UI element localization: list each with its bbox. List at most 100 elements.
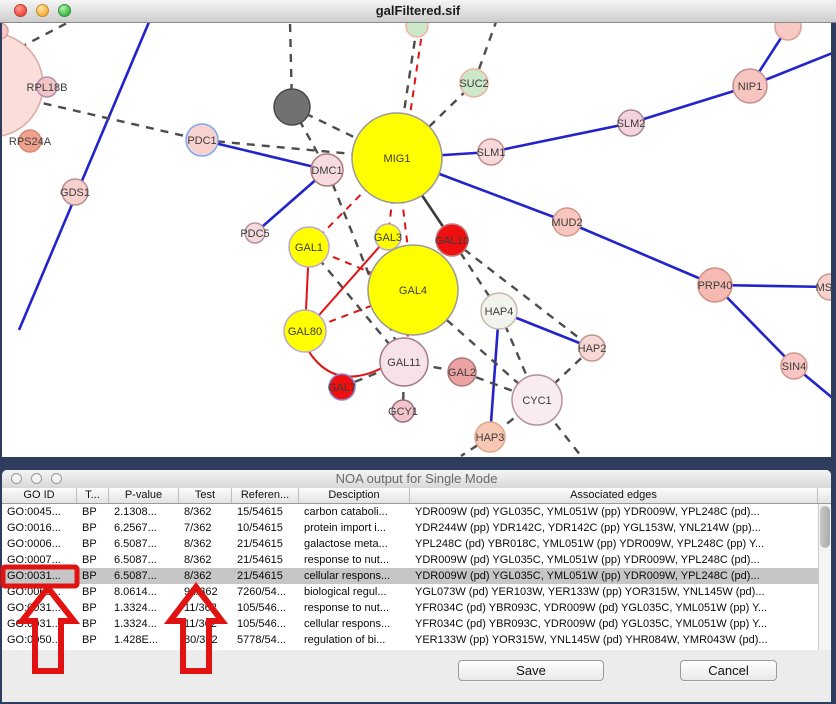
- node-label: GAL11: [387, 357, 420, 369]
- table-cell: biological regul...: [299, 584, 410, 600]
- node-NIP1[interactable]: NIP1: [733, 69, 767, 103]
- table-row[interactable]: GO:0016...BP6.2567...7/36210/54615protei…: [2, 520, 831, 536]
- node-PRP40[interactable]: PRP40: [698, 268, 733, 302]
- node-PDC5[interactable]: PDC5: [240, 223, 269, 243]
- table-cell: BP: [77, 616, 109, 632]
- table-cell: BP: [77, 536, 109, 552]
- table-cell: BP: [77, 584, 109, 600]
- table-cell: response to nut...: [299, 600, 410, 616]
- network-window-titlebar[interactable]: galFiltered.sif: [0, 0, 836, 23]
- node-label: GAL2: [448, 367, 476, 379]
- edge: [631, 86, 750, 123]
- table-cell: YDR009W (pd) YGL035C, YML051W (pp) YDR00…: [410, 504, 818, 520]
- vertical-scrollbar[interactable]: [818, 504, 831, 650]
- table-cell: 21/54615: [232, 552, 299, 568]
- network-edges: [17, 22, 831, 456]
- table-cell: 8/362: [179, 552, 232, 568]
- node-top-right-pink[interactable]: [775, 22, 801, 40]
- node-GAL1[interactable]: GAL1: [289, 227, 329, 267]
- table-cell: 1.3324...: [109, 616, 179, 632]
- table-cell: 11/362: [179, 600, 232, 616]
- network-window-title: galFiltered.sif: [0, 0, 836, 22]
- node-label: RPL18B: [27, 82, 68, 94]
- table-cell: galactose meta...: [299, 536, 410, 552]
- node-SUC2[interactable]: SUC2: [459, 69, 488, 97]
- scrollbar-thumb[interactable]: [820, 506, 830, 548]
- table-cell: 1.428E...: [109, 632, 179, 648]
- node-GAL4[interactable]: GAL4: [368, 245, 458, 335]
- column-header-referen-[interactable]: Referen...: [232, 488, 299, 503]
- button-bar: Save Cancel: [2, 650, 831, 702]
- edge: [452, 240, 592, 348]
- table-cell: GO:0050...: [2, 632, 77, 648]
- column-header-go-id[interactable]: GO ID: [2, 488, 77, 503]
- node-SLM1[interactable]: SLM1: [477, 139, 506, 165]
- table-row[interactable]: GO:0065...BP8.0614...94/3627260/54...bio…: [2, 584, 831, 600]
- table-cell: 105/546...: [232, 616, 299, 632]
- node-HAP4[interactable]: HAP4: [481, 293, 517, 329]
- table-cell: BP: [77, 520, 109, 536]
- node-GAL7[interactable]: GAL7: [328, 374, 356, 400]
- table-cell: 10/54615: [232, 520, 299, 536]
- table-cell: YFR034C (pd) YBR093C, YDR009W (pd) YGL03…: [410, 600, 818, 616]
- column-header-desciption[interactable]: Desciption: [299, 488, 410, 503]
- node-label: NIP1: [738, 81, 762, 93]
- table-cell: YPL248C (pd) YBR018C, YML051W (pp) YDR00…: [410, 536, 818, 552]
- table-row[interactable]: GO:0031...BP1.3324...11/362105/546...cel…: [2, 616, 831, 632]
- network-canvas[interactable]: RPL18B RPS24A GDS1 PDC1 PDC5 DMC1 MIG1 SUC2 SLM1…: [2, 22, 831, 457]
- table-cell: 6.2567...: [109, 520, 179, 536]
- node-RPS24A[interactable]: RPS24A: [9, 130, 52, 152]
- save-button[interactable]: Save: [458, 660, 604, 681]
- table-cell: cellular respons...: [299, 568, 410, 584]
- node-GAL11[interactable]: GAL11: [380, 338, 428, 386]
- node-GAL80[interactable]: GAL80: [284, 310, 326, 352]
- node-MIG1[interactable]: MIG1: [352, 113, 442, 203]
- node-MSL1[interactable]: MSL1: [816, 274, 831, 300]
- node-GAL2[interactable]: GAL2: [448, 358, 476, 386]
- table-cell: YER133W (pp) YOR315W, YNL145W (pd) YHR08…: [410, 632, 818, 648]
- table-cell: 5778/54...: [232, 632, 299, 648]
- node-label: GAL7: [328, 382, 356, 394]
- node-HAP2[interactable]: HAP2: [578, 335, 607, 361]
- table-cell: 7/362: [179, 520, 232, 536]
- node-label: PDC5: [240, 228, 269, 240]
- node-DMC1[interactable]: DMC1: [311, 154, 343, 186]
- table-cell: carbon cataboli...: [299, 504, 410, 520]
- table-cell: YDR009W (pd) YGL035C, YML051W (pp) YDR00…: [410, 568, 818, 584]
- column-header-p-value[interactable]: P-value: [109, 488, 179, 503]
- node-label: GDS1: [60, 187, 90, 199]
- node-label: CYC1: [522, 395, 551, 407]
- cancel-button[interactable]: Cancel: [680, 660, 777, 681]
- node-GDS1[interactable]: GDS1: [60, 179, 90, 205]
- node-SIN4[interactable]: SIN4: [781, 353, 807, 379]
- node-label: RPS24A: [9, 136, 52, 148]
- node-GAL3[interactable]: GAL3: [374, 224, 402, 250]
- table-cell: GO:0031...: [2, 600, 77, 616]
- table-cell: YDR009W (pd) YGL035C, YML051W (pp) YDR00…: [410, 552, 818, 568]
- noa-window: NOA output for Single Mode GO IDT...P-va…: [2, 470, 831, 702]
- table-row[interactable]: GO:0050...BP1.428E...80/3625778/54...reg…: [2, 632, 831, 648]
- node-CYC1[interactable]: CYC1: [512, 375, 562, 425]
- column-header-associated-edges[interactable]: Associated edges: [410, 488, 818, 503]
- node-GAL10[interactable]: GAL10: [435, 224, 469, 256]
- node-GCY1[interactable]: GCY1: [388, 400, 418, 422]
- node-PDC1[interactable]: PDC1: [186, 124, 218, 156]
- node-label: GAL10: [435, 235, 469, 247]
- column-header-t-[interactable]: T...: [77, 488, 109, 503]
- node-label: HAP3: [476, 432, 505, 444]
- table-row[interactable]: GO:0006...BP6.5087...8/36221/54615galact…: [2, 536, 831, 552]
- table-cell: BP: [77, 568, 109, 584]
- node-MUD2[interactable]: MUD2: [551, 208, 582, 236]
- noa-titlebar[interactable]: NOA output for Single Mode: [2, 470, 831, 489]
- node-HAP3[interactable]: HAP3: [475, 422, 505, 452]
- node-label: GAL4: [399, 285, 427, 297]
- table-row[interactable]: GO:0031...BP1.3324...11/362105/546...res…: [2, 600, 831, 616]
- node-gray-node[interactable]: [274, 89, 310, 125]
- table-row[interactable]: GO:0007...BP6.5087...8/36221/54615respon…: [2, 552, 831, 568]
- column-header-test[interactable]: Test: [179, 488, 232, 503]
- node-top-green[interactable]: [406, 22, 428, 37]
- node-SLM2[interactable]: SLM2: [617, 110, 646, 136]
- table-row[interactable]: GO:0031...BP6.5087...8/36221/54615cellul…: [2, 568, 831, 584]
- table-cell: 8/362: [179, 504, 232, 520]
- table-row[interactable]: GO:0045...BP2.1308...8/36215/54615carbon…: [2, 504, 831, 520]
